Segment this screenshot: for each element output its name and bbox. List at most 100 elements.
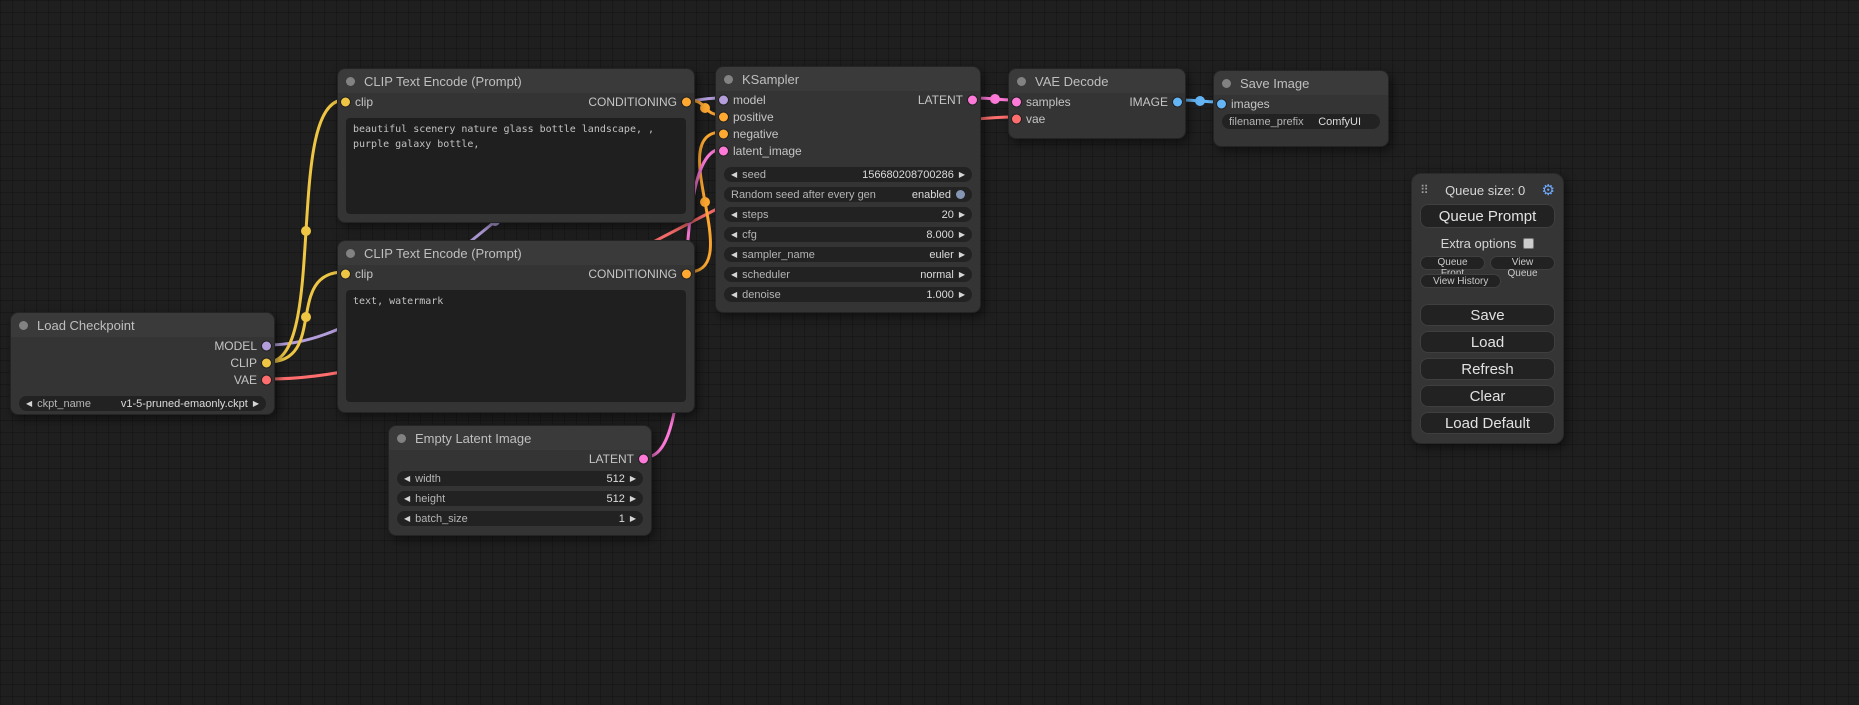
settings-gear-icon[interactable]: ⚙ (1542, 181, 1555, 199)
decrement-arrow-icon[interactable]: ◀ (404, 495, 410, 503)
input-socket-samples[interactable] (1012, 97, 1021, 106)
node-save-image[interactable]: Save Image images filename_prefix ComfyU… (1213, 70, 1389, 147)
output-socket-vae[interactable] (262, 375, 271, 384)
increment-arrow-icon[interactable]: ▶ (959, 271, 965, 279)
collapse-dot-icon[interactable] (346, 249, 355, 258)
node-load-checkpoint[interactable]: Load Checkpoint MODEL CLIP VAE ◀ ckpt_na… (10, 312, 275, 415)
output-label: LATENT (918, 93, 963, 107)
input-socket-positive[interactable] (719, 112, 728, 121)
queue-front-button[interactable]: Queue Front (1420, 256, 1485, 270)
collapse-dot-icon[interactable] (1017, 77, 1026, 86)
queue-size-label: Queue size: 0 (1429, 183, 1542, 198)
node-header[interactable]: VAE Decode (1009, 69, 1185, 93)
decrement-arrow-icon[interactable]: ◀ (404, 515, 410, 523)
node-clip-text-encode-negative[interactable]: CLIP Text Encode (Prompt) clip CONDITION… (337, 240, 695, 413)
collapse-dot-icon[interactable] (19, 321, 28, 330)
clear-button[interactable]: Clear (1420, 385, 1555, 407)
output-label: LATENT (589, 452, 634, 466)
load-button[interactable]: Load (1420, 331, 1555, 353)
node-title: Load Checkpoint (37, 318, 135, 333)
increment-arrow-icon[interactable]: ▶ (959, 291, 965, 299)
decrement-arrow-icon[interactable]: ◀ (731, 291, 737, 299)
widget-scheduler[interactable]: ◀ scheduler normal ▶ (724, 267, 972, 282)
collapse-dot-icon[interactable] (346, 77, 355, 86)
refresh-button[interactable]: Refresh (1420, 358, 1555, 380)
widget-denoise[interactable]: ◀ denoise 1.000 ▶ (724, 287, 972, 302)
wire-midpoint-dot (1195, 96, 1205, 106)
decrement-arrow-icon[interactable]: ◀ (731, 211, 737, 219)
view-history-button[interactable]: View History (1420, 274, 1501, 288)
input-label: vae (1026, 112, 1045, 126)
output-socket-model[interactable] (262, 341, 271, 350)
increment-arrow-icon[interactable]: ▶ (630, 515, 636, 523)
output-socket-clip[interactable] (262, 358, 271, 367)
collapse-dot-icon[interactable] (1222, 79, 1231, 88)
decrement-arrow-icon[interactable]: ◀ (26, 400, 32, 408)
prompt-text-area[interactable]: text, watermark (346, 290, 686, 402)
node-header[interactable]: CLIP Text Encode (Prompt) (338, 241, 694, 265)
input-socket-clip[interactable] (341, 269, 350, 278)
input-label: model (733, 93, 766, 107)
output-socket-latent[interactable] (968, 95, 977, 104)
widget-height[interactable]: ◀ height 512 ▶ (397, 491, 643, 506)
output-socket-conditioning[interactable] (682, 269, 691, 278)
widget-label: scheduler (742, 269, 790, 281)
widget-label: ckpt_name (37, 398, 91, 410)
node-clip-text-encode-positive[interactable]: CLIP Text Encode (Prompt) clip CONDITION… (337, 68, 695, 223)
widget-filename-prefix[interactable]: filename_prefix ComfyUI (1222, 114, 1380, 129)
decrement-arrow-icon[interactable]: ◀ (731, 251, 737, 259)
output-socket-latent[interactable] (639, 454, 648, 463)
collapse-dot-icon[interactable] (724, 75, 733, 84)
node-header[interactable]: Empty Latent Image (389, 426, 651, 450)
drag-handle-icon[interactable]: ⠿ (1420, 183, 1429, 197)
collapse-dot-icon[interactable] (397, 434, 406, 443)
node-header[interactable]: KSampler (716, 67, 980, 91)
toggle-dot-icon[interactable] (956, 190, 965, 199)
increment-arrow-icon[interactable]: ▶ (959, 171, 965, 179)
queue-prompt-button[interactable]: Queue Prompt (1420, 204, 1555, 228)
widget-cfg[interactable]: ◀ cfg 8.000 ▶ (724, 227, 972, 242)
input-socket-images[interactable] (1217, 99, 1226, 108)
increment-arrow-icon[interactable]: ▶ (959, 231, 965, 239)
node-ksampler[interactable]: KSampler model LATENT positive negative … (715, 66, 981, 313)
node-header[interactable]: Save Image (1214, 71, 1388, 95)
decrement-arrow-icon[interactable]: ◀ (731, 271, 737, 279)
widget-ckpt-name[interactable]: ◀ ckpt_name v1-5-pruned-emaonly.ckpt ▶ (19, 396, 266, 411)
widget-batch-size[interactable]: ◀ batch_size 1 ▶ (397, 511, 643, 526)
wire-midpoint-dot (301, 312, 311, 322)
increment-arrow-icon[interactable]: ▶ (959, 251, 965, 259)
node-title: Save Image (1240, 76, 1309, 91)
node-header[interactable]: CLIP Text Encode (Prompt) (338, 69, 694, 93)
prompt-text-area[interactable]: beautiful scenery nature glass bottle la… (346, 118, 686, 214)
node-header[interactable]: Load Checkpoint (11, 313, 274, 337)
increment-arrow-icon[interactable]: ▶ (959, 211, 965, 219)
widget-seed[interactable]: ◀ seed 156680208700286 ▶ (724, 167, 972, 182)
node-graph-canvas[interactable]: Load Checkpoint MODEL CLIP VAE ◀ ckpt_na… (0, 0, 1859, 705)
view-queue-button[interactable]: View Queue (1490, 256, 1555, 270)
decrement-arrow-icon[interactable]: ◀ (404, 475, 410, 483)
input-socket-vae[interactable] (1012, 114, 1021, 123)
increment-arrow-icon[interactable]: ▶ (253, 400, 259, 408)
widget-steps[interactable]: ◀ steps 20 ▶ (724, 207, 972, 222)
input-label: images (1231, 97, 1270, 111)
increment-arrow-icon[interactable]: ▶ (630, 475, 636, 483)
decrement-arrow-icon[interactable]: ◀ (731, 171, 737, 179)
input-socket-model[interactable] (719, 95, 728, 104)
widget-width[interactable]: ◀ width 512 ▶ (397, 471, 643, 486)
load-default-button[interactable]: Load Default (1420, 412, 1555, 434)
widget-label: batch_size (415, 513, 468, 525)
save-button[interactable]: Save (1420, 304, 1555, 326)
output-socket-image[interactable] (1173, 97, 1182, 106)
extra-options-checkbox[interactable] (1523, 238, 1534, 249)
decrement-arrow-icon[interactable]: ◀ (731, 231, 737, 239)
output-socket-conditioning[interactable] (682, 97, 691, 106)
widget-random-seed-toggle[interactable]: Random seed after every gen enabled (724, 187, 972, 202)
input-socket-clip[interactable] (341, 97, 350, 106)
widget-label: width (415, 473, 441, 485)
node-vae-decode[interactable]: VAE Decode samples IMAGE vae (1008, 68, 1186, 139)
input-socket-latent-image[interactable] (719, 146, 728, 155)
input-socket-negative[interactable] (719, 129, 728, 138)
widget-sampler-name[interactable]: ◀ sampler_name euler ▶ (724, 247, 972, 262)
node-empty-latent-image[interactable]: Empty Latent Image LATENT ◀ width 512 ▶ … (388, 425, 652, 536)
increment-arrow-icon[interactable]: ▶ (630, 495, 636, 503)
